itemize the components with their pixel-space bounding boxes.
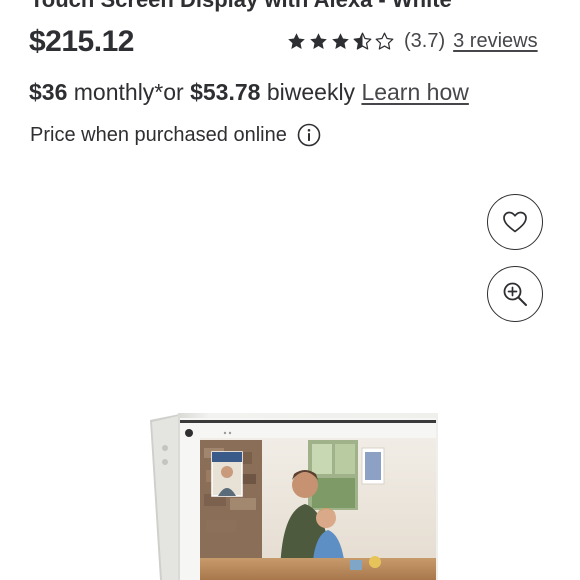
star-full-icon [332,32,349,49]
learn-how-link[interactable]: Learn how [361,79,468,105]
rating-summary: (3.7) 3 reviews [286,28,538,54]
monthly-text: monthly*or [67,79,191,105]
product-page: Touch Screen Display with Alexa - White … [0,0,580,580]
star-full-icon [310,32,327,49]
product-image[interactable] [140,400,440,580]
price-note-text: Price when purchased online [30,123,287,146]
info-icon[interactable] [297,123,321,147]
price-note: Price when purchased online [30,123,321,147]
biweekly-text: biweekly [260,79,362,105]
zoom-in-icon [503,282,527,306]
biweekly-amount: $53.78 [190,79,261,105]
product-price: $215.12 [29,25,134,58]
monthly-amount: $36 [29,79,68,105]
payment-options: $36 monthly*or $53.78 biweekly Learn how [29,79,469,106]
rating-stars [286,31,395,52]
heart-icon [503,211,527,233]
add-to-favorites-button[interactable] [487,194,543,250]
star-empty-icon [375,32,394,50]
product-title: Touch Screen Display with Alexa - White [30,0,452,13]
star-full-icon [288,32,305,49]
star-half-icon [353,32,372,50]
rating-value: (3.7) [404,29,446,52]
zoom-image-button[interactable] [487,266,543,322]
reviews-link[interactable]: 3 reviews [453,30,537,53]
